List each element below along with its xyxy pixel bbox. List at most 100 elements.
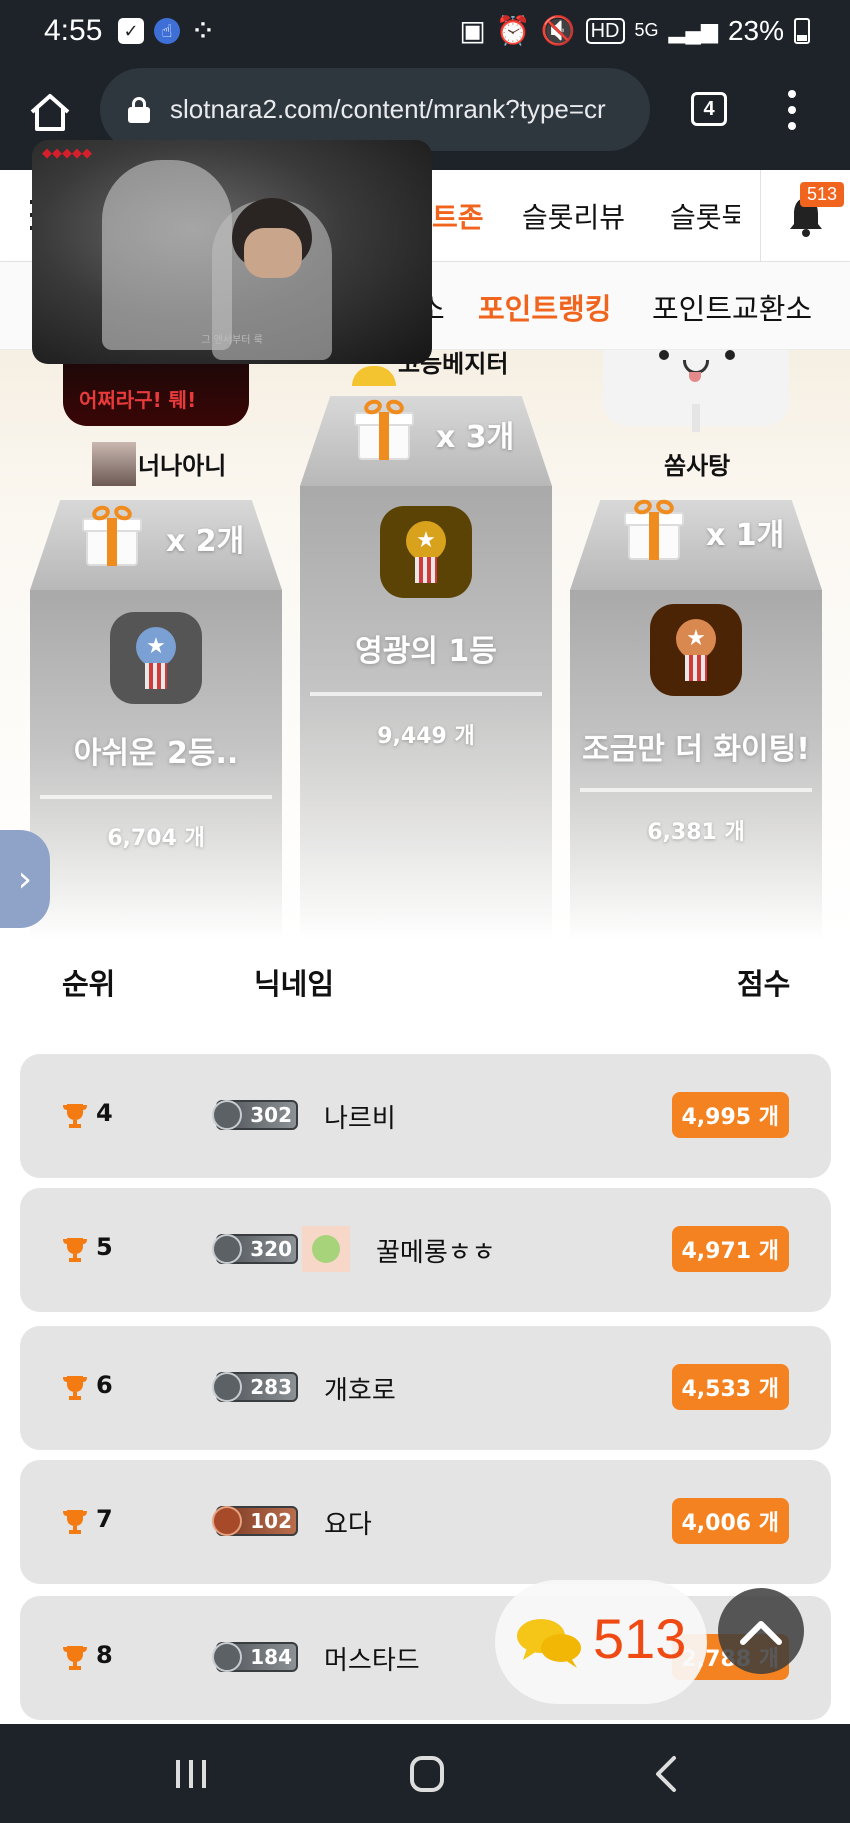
apps-icon: ⁘	[193, 18, 213, 44]
scroll-to-top-button[interactable]	[718, 1588, 804, 1674]
table-row: 6 283 개호로 4,533 개	[20, 1326, 831, 1450]
gift-icon	[80, 503, 144, 568]
level-gem-icon	[212, 1506, 242, 1536]
floating-video-player[interactable]: ◆◆◆◆◆ 그 앤서부터 룩	[32, 140, 432, 364]
first-gift-count: x 3개	[436, 420, 515, 455]
first-medal-tile: ★	[380, 506, 472, 598]
browser-menu-icon[interactable]	[780, 90, 804, 130]
chat-float-button[interactable]: 513	[495, 1580, 707, 1704]
gift-icon	[622, 497, 686, 562]
bronze-medal-icon: ★	[672, 619, 720, 681]
notification-badge: 513	[800, 182, 845, 207]
row-nickname[interactable]: 꿀메롱ㅎㅎ	[376, 1232, 496, 1269]
row-nickname[interactable]: 요다	[324, 1504, 372, 1541]
podium-second: x 2개 ★ 아쉬운 2등.. 6,704 개	[30, 500, 282, 940]
first-rank-title: 영광의 1등	[355, 634, 497, 669]
level-number: 283	[250, 1375, 292, 1399]
back-icon[interactable]	[644, 1752, 690, 1796]
trophy-icon	[63, 1238, 87, 1262]
chat-count: 513	[593, 1607, 687, 1670]
tab-switcher-button[interactable]: 4	[691, 92, 727, 126]
trophy-icon	[63, 1376, 87, 1400]
address-bar[interactable]: slotnara2.com/content/mrank?type=cr	[100, 68, 650, 151]
level-gem-icon	[212, 1100, 242, 1130]
row-score: 4,995 개	[671, 1092, 789, 1138]
trophy-icon	[63, 1104, 87, 1128]
signal-icon: ▂▄▆	[668, 17, 718, 43]
second-medal-tile: ★	[110, 612, 202, 704]
gold-medal-icon: ★	[402, 521, 450, 583]
network-type: 5G	[634, 20, 659, 40]
nav-divider	[760, 170, 761, 262]
table-row: 8 184 머스타드 2,788 개	[20, 1596, 831, 1720]
silver-medal-icon: ★	[132, 627, 180, 689]
nav-item-slot-review[interactable]: 슬롯리뷰	[522, 196, 625, 236]
level-number: 302	[250, 1103, 292, 1127]
third-gift-count: x 1개	[706, 518, 785, 553]
nav-item-event-zone[interactable]: 트존	[432, 196, 484, 236]
third-place-name[interactable]: 쏨사탕	[664, 446, 730, 481]
lock-screen-icon: ▣	[459, 15, 486, 46]
nav-item-slot-more[interactable]: 슬롯묵	[670, 196, 740, 236]
second-place-avatar-text: 어쩌라구! 퉤!	[79, 388, 197, 412]
first-rank-bar	[310, 692, 542, 696]
level-gem-icon	[212, 1234, 242, 1264]
trophy-icon	[63, 1646, 87, 1670]
lock-icon	[128, 96, 150, 123]
row-nickname[interactable]: 개호로	[324, 1370, 396, 1407]
touch-icon: ☝	[154, 18, 180, 44]
chevron-right-icon: ›	[17, 858, 33, 900]
level-number: 184	[250, 1645, 292, 1669]
video-logo: ◆◆◆◆◆	[42, 146, 92, 161]
row-nickname[interactable]: 머스타드	[324, 1640, 420, 1677]
podium-first: x 3개 ★ 영광의 1등 9,449 개	[300, 396, 552, 940]
mute-icon: 🔇	[540, 15, 576, 46]
first-rank-score: 9,449 개	[377, 724, 475, 749]
third-rank-score: 6,381 개	[647, 820, 745, 845]
third-rank-bar	[580, 788, 812, 792]
hd-icon: HD	[585, 17, 625, 44]
trophy-icon	[63, 1510, 87, 1534]
level-badge: 320	[212, 1234, 298, 1264]
second-gift-count: x 2개	[166, 524, 245, 559]
row-score: 4,971 개	[671, 1226, 789, 1272]
podium-third: x 1개 ★ 조금만 더 화이팅! 6,381 개	[570, 497, 822, 940]
row-score: 4,006 개	[671, 1498, 789, 1544]
status-notification-icons: ✓ ☝ ⁘	[118, 18, 216, 44]
second-rank-score: 6,704 개	[107, 826, 205, 851]
row-rank: 4	[96, 1099, 113, 1127]
home-icon[interactable]	[28, 90, 72, 134]
battery-percent: 23%	[727, 14, 784, 46]
row-score: 4,533 개	[671, 1364, 789, 1410]
row-nickname[interactable]: 나르비	[324, 1098, 396, 1135]
row-rank: 8	[96, 1641, 113, 1669]
gift-icon	[352, 397, 416, 462]
header-rank: 순위	[62, 967, 116, 1001]
table-row: 4 302 나르비 4,995 개	[20, 1054, 831, 1178]
table-row: 7 102 요다 4,006 개	[20, 1460, 831, 1584]
row-rank: 6	[96, 1371, 113, 1399]
home-nav-icon[interactable]	[404, 1752, 450, 1796]
video-caption: 그 앤서부터 룩	[201, 335, 263, 346]
avatar-neck	[692, 404, 700, 432]
chevron-up-icon	[740, 1621, 782, 1645]
header-score: 점수	[737, 967, 791, 1001]
second-place-thumb	[92, 442, 136, 486]
second-rank-title: 아쉬운 2등..	[73, 736, 239, 771]
url-text[interactable]: slotnara2.com/content/mrank?type=cr	[170, 94, 630, 125]
subnav-item-point-ranking[interactable]: 포인트랭킹	[478, 286, 611, 328]
level-badge: 102	[212, 1506, 298, 1536]
subnav-item-point-exchange[interactable]: 포인트교환소	[652, 286, 812, 328]
status-right: ▣ ⏰ 🔇 HD 5G ▂▄▆ 23%	[459, 14, 810, 47]
level-badge: 302	[212, 1100, 298, 1130]
row-rank: 5	[96, 1233, 113, 1261]
system-navigation-bar	[0, 1724, 850, 1823]
second-rank-bar	[40, 795, 272, 799]
status-bar: 4:55 ✓ ☝ ⁘ ▣ ⏰ 🔇 HD 5G ▂▄▆ 23%	[0, 0, 850, 68]
side-expand-tab[interactable]: ›	[0, 830, 50, 928]
checkbox-icon: ✓	[118, 18, 144, 44]
recent-apps-icon[interactable]	[168, 1752, 214, 1796]
third-medal-tile: ★	[650, 604, 742, 696]
level-gem-icon	[212, 1372, 242, 1402]
second-place-name[interactable]: 너나아니	[138, 446, 226, 481]
